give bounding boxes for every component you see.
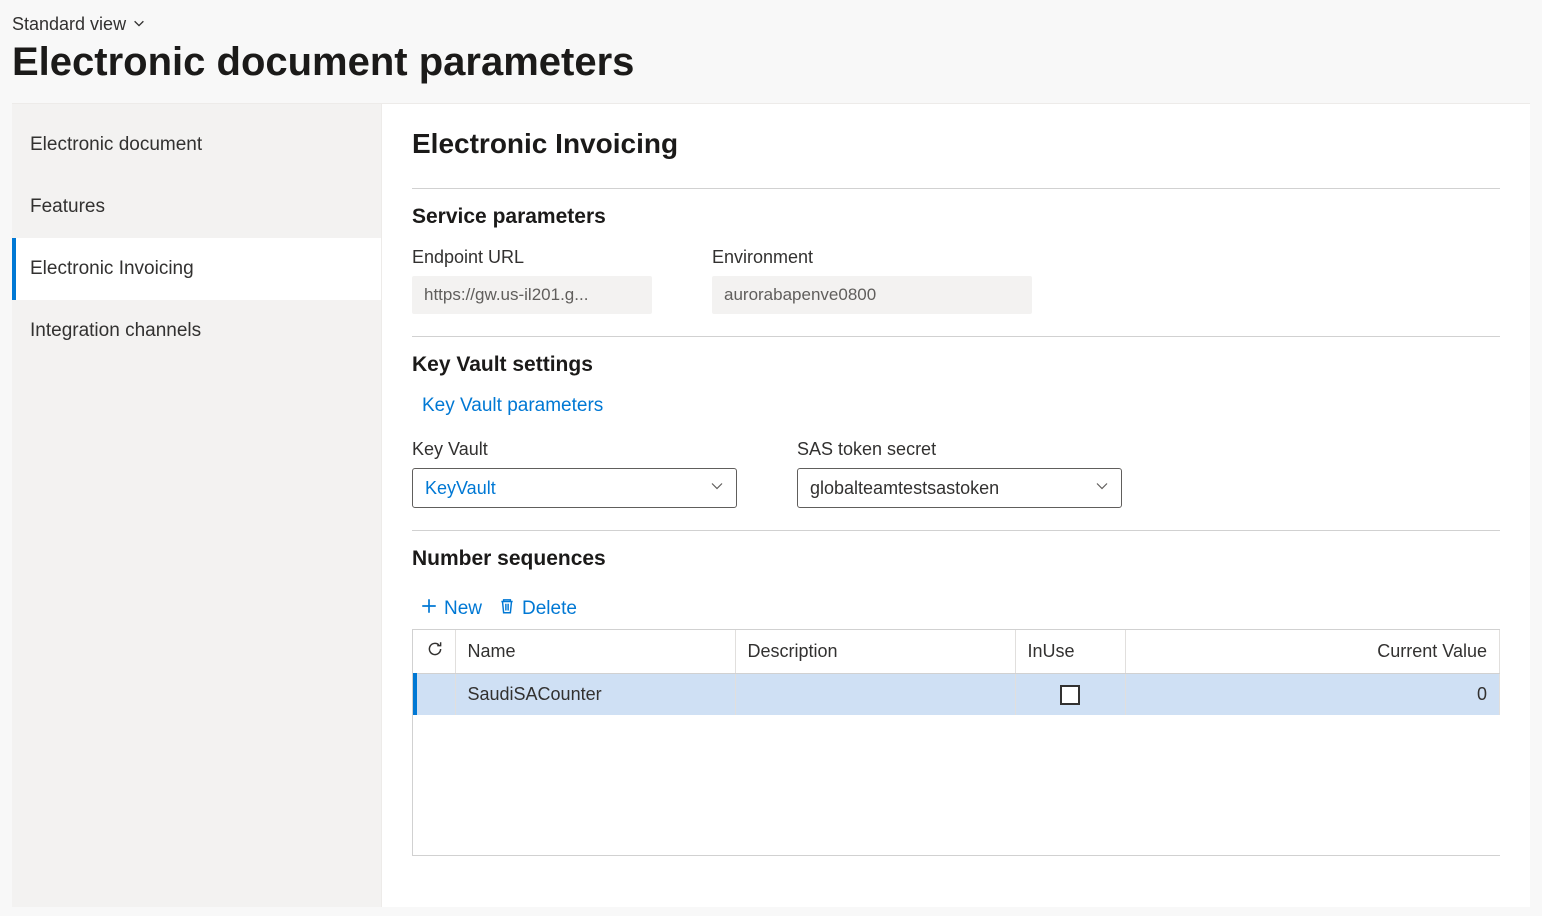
- key-vault-value: KeyVault: [425, 478, 496, 499]
- plus-icon: [420, 597, 438, 621]
- key-vault-parameters-link[interactable]: Key Vault parameters: [422, 395, 603, 417]
- refresh-icon[interactable]: [426, 642, 444, 662]
- grid-empty-area: [413, 715, 1500, 855]
- column-header-description[interactable]: Description: [735, 630, 1015, 674]
- sidebar-item-label: Electronic Invoicing: [30, 258, 194, 279]
- main-panel: Electronic Invoicing Service parameters …: [382, 104, 1530, 907]
- cell-inuse[interactable]: [1015, 674, 1125, 716]
- key-vault-label: Key Vault: [412, 439, 737, 460]
- cell-current-value[interactable]: 0: [1125, 674, 1500, 716]
- page-title: Electronic document parameters: [12, 39, 1530, 85]
- main-title: Electronic Invoicing: [412, 128, 1500, 160]
- trash-icon: [498, 597, 516, 621]
- cell-name[interactable]: SaudiSACounter: [455, 674, 735, 716]
- sidebar-item-label: Electronic document: [30, 134, 202, 155]
- environment-input[interactable]: [712, 276, 1032, 314]
- sas-token-label: SAS token secret: [797, 439, 1122, 460]
- chevron-down-icon: [132, 14, 146, 35]
- section-title: Key Vault settings: [412, 353, 1500, 377]
- sidebar-item-integration-channels[interactable]: Integration channels: [12, 300, 381, 362]
- number-sequences-grid: Name Description InUse Current Value Sau…: [412, 629, 1500, 856]
- sidebar: Electronic document Features Electronic …: [12, 104, 382, 907]
- endpoint-url-label: Endpoint URL: [412, 247, 652, 268]
- endpoint-url-input[interactable]: [412, 276, 652, 314]
- section-key-vault: Key Vault settings Key Vault parameters …: [412, 336, 1500, 530]
- section-title: Service parameters: [412, 205, 1500, 229]
- sas-token-value: globalteamtestsastoken: [810, 478, 999, 499]
- cell-description[interactable]: [735, 674, 1015, 716]
- sas-token-select[interactable]: globalteamtestsastoken: [797, 468, 1122, 508]
- section-number-sequences: Number sequences New Delete: [412, 530, 1500, 878]
- section-service-parameters: Service parameters Endpoint URL Environm…: [412, 188, 1500, 336]
- new-button[interactable]: New: [420, 597, 482, 621]
- key-vault-select[interactable]: KeyVault: [412, 468, 737, 508]
- new-label: New: [444, 598, 482, 620]
- column-header-current-value[interactable]: Current Value: [1125, 630, 1500, 674]
- delete-label: Delete: [522, 598, 577, 620]
- sidebar-item-features[interactable]: Features: [12, 176, 381, 238]
- table-row[interactable]: SaudiSACounter 0: [415, 674, 1500, 716]
- checkbox-icon[interactable]: [1060, 685, 1080, 705]
- sidebar-item-label: Integration channels: [30, 320, 201, 341]
- sidebar-item-electronic-invoicing[interactable]: Electronic Invoicing: [12, 238, 381, 300]
- view-label: Standard view: [12, 14, 126, 35]
- column-header-inuse[interactable]: InUse: [1015, 630, 1125, 674]
- sidebar-item-label: Features: [30, 196, 105, 217]
- column-header-name[interactable]: Name: [455, 630, 735, 674]
- environment-label: Environment: [712, 247, 1032, 268]
- section-title: Number sequences: [412, 547, 1500, 571]
- view-selector[interactable]: Standard view: [12, 14, 146, 35]
- sidebar-item-electronic-document[interactable]: Electronic document: [12, 114, 381, 176]
- delete-button[interactable]: Delete: [498, 597, 577, 621]
